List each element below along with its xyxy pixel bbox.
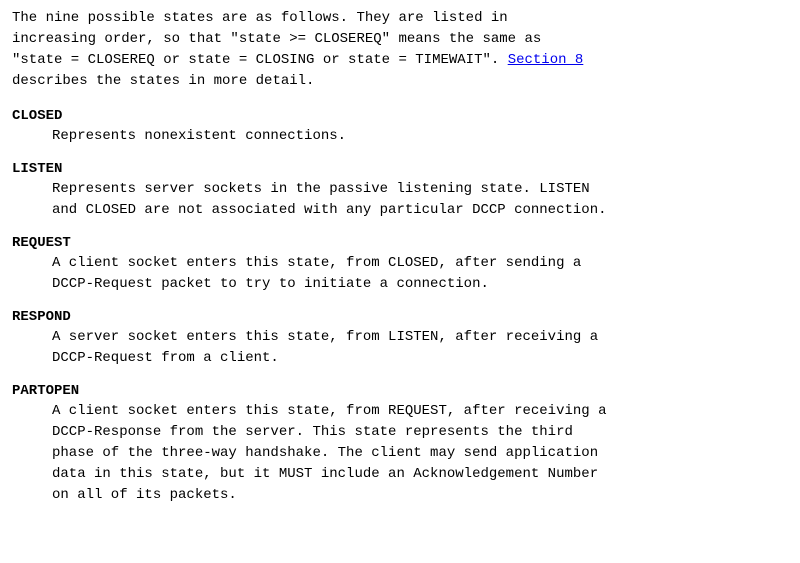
section8-link[interactable]: Section 8 bbox=[508, 52, 584, 68]
state-name-partopen: PARTOPEN bbox=[12, 383, 788, 399]
state-block-closed: CLOSED Represents nonexistent connection… bbox=[12, 108, 788, 147]
state-desc-respond: A server socket enters this state, from … bbox=[12, 327, 788, 369]
state-name-respond: RESPOND bbox=[12, 309, 788, 325]
state-name-listen: LISTEN bbox=[12, 161, 788, 177]
state-block-listen: LISTEN Represents server sockets in the … bbox=[12, 161, 788, 221]
state-name-closed: CLOSED bbox=[12, 108, 788, 124]
state-block-respond: RESPOND A server socket enters this stat… bbox=[12, 309, 788, 369]
state-desc-closed: Represents nonexistent connections. bbox=[12, 126, 788, 147]
state-block-request: REQUEST A client socket enters this stat… bbox=[12, 235, 788, 295]
intro-line4: describes the states in more detail. bbox=[12, 73, 314, 89]
state-desc-listen: Represents server sockets in the passive… bbox=[12, 179, 788, 221]
state-block-partopen: PARTOPEN A client socket enters this sta… bbox=[12, 383, 788, 506]
intro-paragraph: The nine possible states are as follows.… bbox=[12, 8, 788, 92]
states-list: CLOSED Represents nonexistent connection… bbox=[12, 108, 788, 506]
state-desc-partopen: A client socket enters this state, from … bbox=[12, 401, 788, 506]
state-desc-request: A client socket enters this state, from … bbox=[12, 253, 788, 295]
intro-line1: The nine possible states are as follows.… bbox=[12, 10, 508, 26]
state-name-request: REQUEST bbox=[12, 235, 788, 251]
intro-line2: increasing order, so that "state >= CLOS… bbox=[12, 31, 541, 47]
intro-line3: "state = CLOSEREQ or state = CLOSING or … bbox=[12, 52, 499, 68]
